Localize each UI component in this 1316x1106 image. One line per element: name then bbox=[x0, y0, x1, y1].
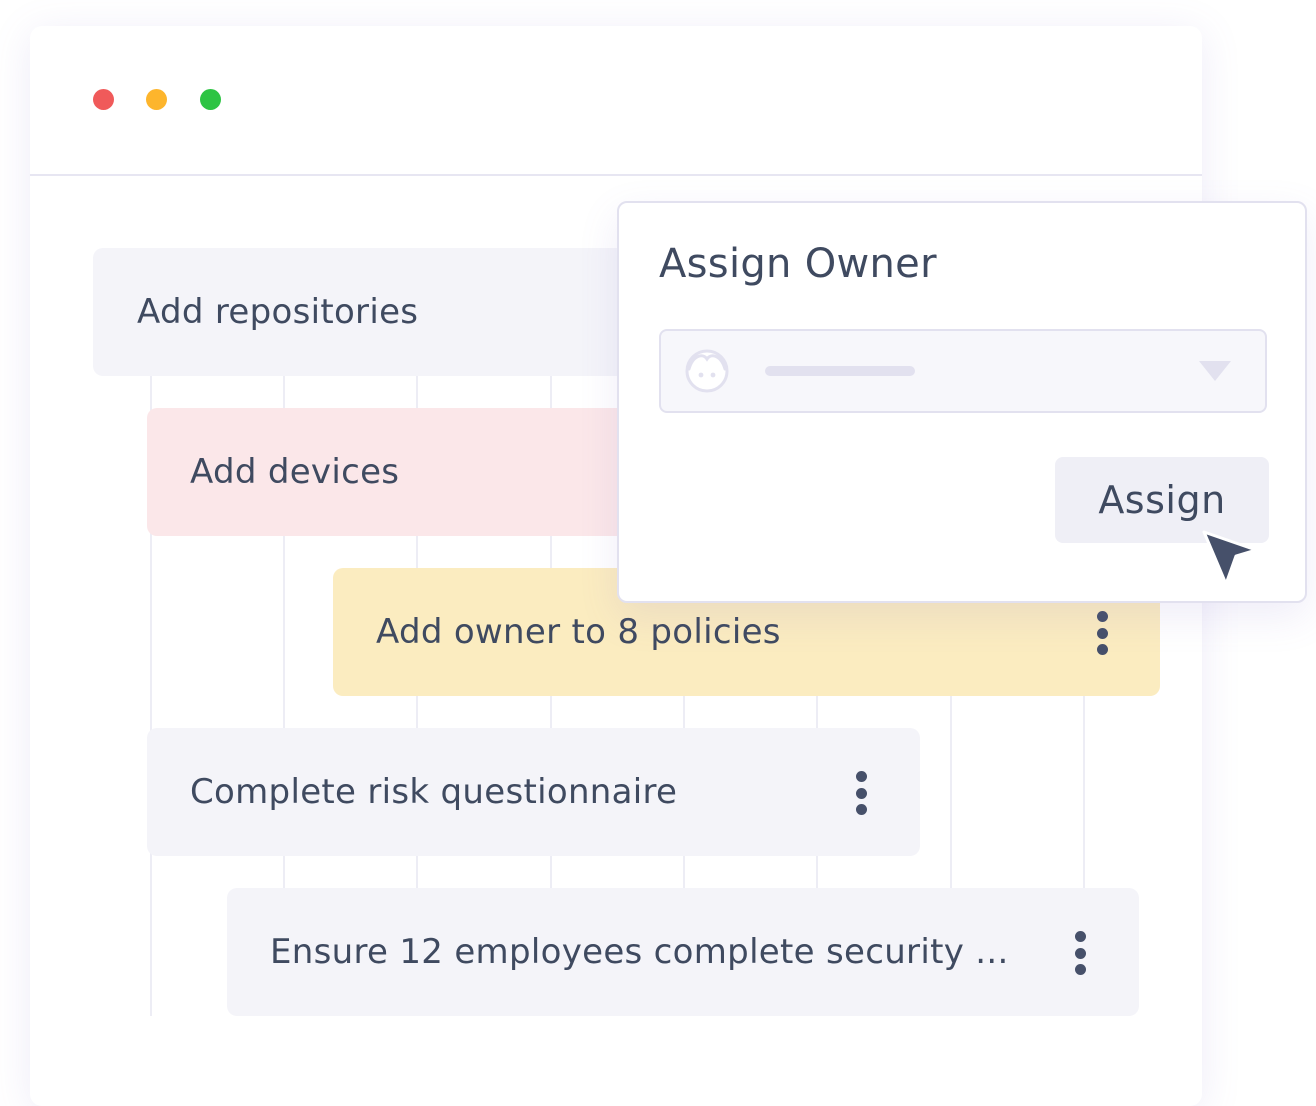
owner-placeholder-line bbox=[765, 366, 915, 376]
more-options-icon[interactable] bbox=[854, 771, 868, 815]
owner-select[interactable] bbox=[659, 329, 1267, 413]
minimize-window-button[interactable] bbox=[146, 89, 167, 110]
chevron-down-icon bbox=[1199, 361, 1231, 381]
task-label: Add repositories bbox=[137, 292, 419, 332]
task-add-devices[interactable]: Add devices bbox=[147, 408, 667, 536]
avatar-icon bbox=[685, 349, 729, 393]
task-label: Ensure 12 employees complete security ..… bbox=[270, 932, 1009, 972]
task-add-repositories[interactable]: Add repositories bbox=[93, 248, 653, 376]
title-bar bbox=[30, 26, 1202, 176]
task-label: Add devices bbox=[190, 452, 400, 492]
mouse-cursor-icon bbox=[1202, 530, 1258, 586]
task-ensure-employees-security[interactable]: Ensure 12 employees complete security ..… bbox=[227, 888, 1139, 1016]
close-window-button[interactable] bbox=[93, 89, 114, 110]
more-options-icon[interactable] bbox=[1073, 931, 1087, 975]
task-label: Complete risk questionnaire bbox=[190, 772, 678, 812]
popup-title: Assign Owner bbox=[659, 241, 937, 287]
maximize-window-button[interactable] bbox=[200, 89, 221, 110]
task-complete-risk-questionnaire[interactable]: Complete risk questionnaire bbox=[147, 728, 920, 856]
more-options-icon[interactable] bbox=[1095, 611, 1109, 655]
